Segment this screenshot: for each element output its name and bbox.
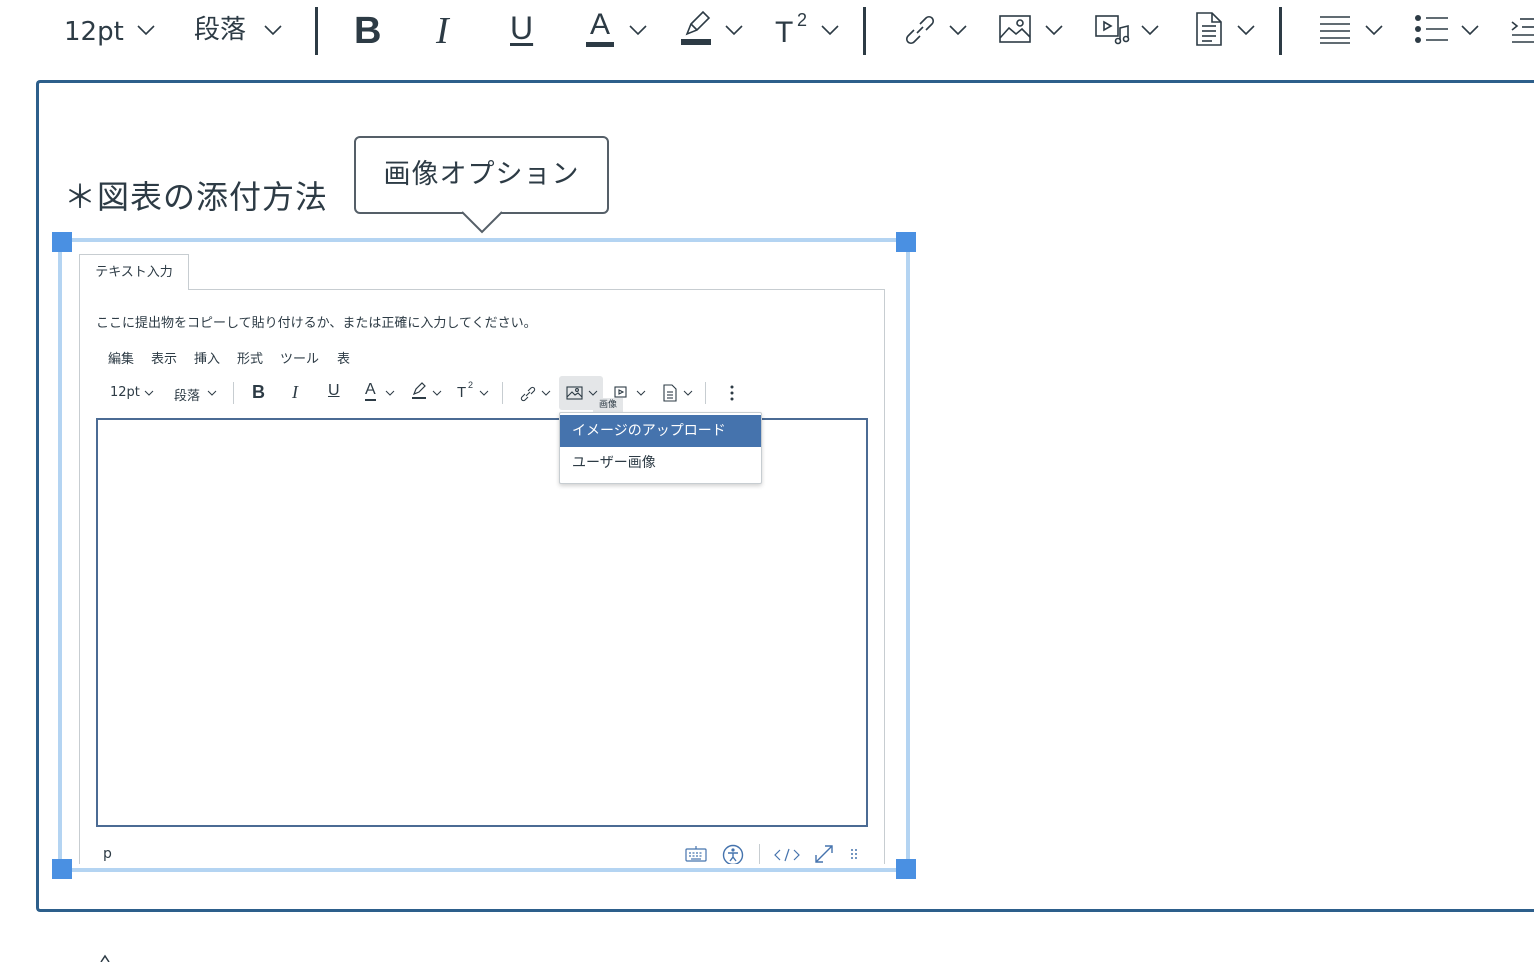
- chevron-down-icon: [385, 390, 395, 396]
- chevron-down-icon: [636, 390, 646, 396]
- align-icon[interactable]: [1318, 14, 1352, 44]
- chevron-down-icon: [207, 390, 217, 396]
- chevron-down-icon[interactable]: [1140, 23, 1160, 37]
- chevron-down-icon[interactable]: [948, 23, 968, 37]
- chevron-down-icon[interactable]: [1236, 23, 1256, 37]
- resize-grip-icon: [851, 849, 857, 859]
- resize-handle-bottom-left[interactable]: [52, 859, 72, 879]
- fullscreen-icon: [815, 845, 833, 863]
- chevron-down-icon: [588, 390, 598, 396]
- embedded-font-size: 12pt: [110, 385, 140, 400]
- embedded-italic: I: [292, 382, 298, 402]
- chevron-down-icon: [432, 390, 442, 396]
- chevron-down-icon[interactable]: [628, 23, 648, 37]
- chevron-down-icon[interactable]: [820, 23, 840, 37]
- document-heading: ＊図表の添付方法: [64, 178, 329, 216]
- indent-icon[interactable]: [1510, 16, 1534, 44]
- embedded-divider: [233, 382, 234, 404]
- link-icon[interactable]: [902, 12, 938, 48]
- resize-handle-top-left[interactable]: [52, 232, 72, 252]
- embedded-instruction: ここに提出物をコピーして貼り付けるか、または正確に入力してください。: [96, 316, 537, 331]
- block-format-dropdown[interactable]: 段落: [194, 12, 246, 48]
- chevron-down-icon[interactable]: [263, 23, 283, 37]
- image-icon: [566, 386, 583, 400]
- more-options-icon: [730, 385, 734, 401]
- text-color-bar: [586, 42, 614, 47]
- html-code-icon: [774, 848, 800, 862]
- chevron-down-icon[interactable]: [136, 23, 156, 37]
- media-icon: [614, 386, 627, 398]
- superscript-label: T: [775, 16, 794, 49]
- embedded-screenshot-image[interactable]: テキスト入力 ここに提出物をコピーして貼り付けるか、または正確に入力してください…: [66, 246, 902, 864]
- resize-handle-top-right[interactable]: [896, 232, 916, 252]
- media-icon[interactable]: [1094, 12, 1130, 46]
- embedded-menu-edit: 編集: [108, 352, 135, 367]
- embedded-bold: B: [252, 382, 265, 402]
- highlighter-icon: [412, 382, 426, 399]
- embedded-menu-format: 形式: [237, 352, 264, 367]
- embedded-menu-tools: ツール: [280, 352, 320, 367]
- tooltip-arrow: [462, 211, 502, 234]
- text-entry-tab: テキスト入力: [79, 254, 189, 290]
- embedded-underline: U: [328, 382, 340, 399]
- italic-label: I: [436, 10, 449, 52]
- link-icon: [520, 386, 536, 402]
- chevron-down-icon[interactable]: [1460, 23, 1480, 37]
- bold-button[interactable]: B: [354, 10, 390, 52]
- toolbar-divider: [315, 7, 318, 55]
- font-size-dropdown[interactable]: 12pt: [64, 14, 124, 50]
- status-divider: [759, 844, 760, 864]
- image-icon[interactable]: [998, 12, 1032, 46]
- embedded-divider: [705, 382, 706, 404]
- chevron-down-icon: [144, 390, 154, 396]
- embedded-block-format: 段落: [174, 389, 201, 404]
- font-size-value: 12pt: [64, 17, 124, 47]
- image-dropdown-menu: イメージのアップロード ユーザー画像: [559, 412, 762, 484]
- underline-label: U: [510, 10, 534, 46]
- embedded-divider: [502, 382, 503, 404]
- highlight-color-bar: [681, 39, 711, 45]
- embedded-superscript: T: [457, 384, 467, 401]
- embedded-superscript-mark: 2: [468, 380, 474, 390]
- embedded-menu-view: 表示: [151, 352, 178, 367]
- chevron-down-icon[interactable]: [724, 23, 744, 37]
- superscript-mark: 2: [797, 10, 808, 30]
- underline-button[interactable]: U: [510, 8, 540, 50]
- toolbar-divider: [1279, 7, 1282, 55]
- keyboard-icon: [685, 846, 707, 862]
- document-icon[interactable]: [1194, 10, 1224, 48]
- document-icon: [663, 384, 677, 402]
- toolbar-divider: [863, 7, 866, 55]
- user-images-option: ユーザー画像: [572, 455, 656, 471]
- highlight-color-button[interactable]: [681, 10, 711, 48]
- bullet-list-icon[interactable]: [1414, 14, 1450, 44]
- bold-label: B: [354, 10, 382, 52]
- resize-handle-bottom-right[interactable]: [896, 859, 916, 879]
- embedded-menu-insert: 挿入: [194, 352, 221, 367]
- embedded-menu-table: 表: [337, 352, 351, 367]
- text-color-button[interactable]: A: [586, 8, 614, 48]
- chevron-down-icon[interactable]: [1364, 23, 1384, 37]
- text-color-label: A: [589, 8, 610, 41]
- embedded-status-path: p: [103, 846, 112, 862]
- block-format-value: 段落: [194, 15, 247, 45]
- superscript-button[interactable]: T2: [775, 10, 811, 50]
- chevron-down-icon[interactable]: [1044, 23, 1064, 37]
- image-options-tooltip: 画像オプション: [354, 136, 609, 214]
- chevron-down-icon: [541, 390, 551, 396]
- upload-image-option: イメージのアップロード: [560, 415, 761, 447]
- chevron-down-icon: [683, 390, 693, 396]
- highlighter-icon: [685, 10, 711, 36]
- italic-button[interactable]: I: [436, 10, 466, 52]
- embedded-text-color: A: [365, 381, 376, 401]
- accessibility-icon: [722, 844, 744, 864]
- caret-mark: [100, 954, 110, 962]
- chevron-down-icon: [479, 390, 489, 396]
